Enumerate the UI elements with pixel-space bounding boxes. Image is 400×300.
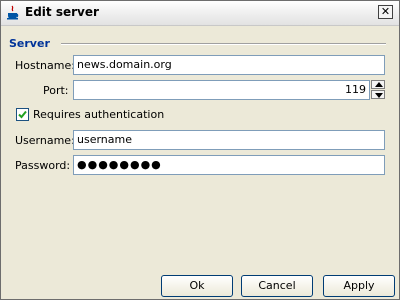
spin-up-button[interactable] — [371, 80, 385, 89]
java-cup-icon — [6, 5, 20, 20]
requires-auth-label[interactable]: Requires authentication — [33, 108, 164, 121]
server-group-label: Server — [9, 37, 50, 50]
hostname-label: Hostname: — [15, 59, 75, 72]
cancel-button[interactable]: Cancel — [241, 275, 313, 297]
port-field[interactable]: 119 — [73, 80, 370, 100]
title-bar[interactable]: Edit server ✕ — [1, 1, 399, 26]
close-icon: ✕ — [380, 5, 391, 18]
requires-auth-checkbox[interactable] — [16, 108, 29, 121]
close-button[interactable]: ✕ — [378, 5, 393, 19]
port-label: Port: — [43, 84, 69, 97]
password-label: Password: — [15, 159, 71, 172]
group-separator — [61, 43, 386, 45]
username-label: Username: — [15, 134, 75, 147]
password-field[interactable]: ●●●●●●●● — [73, 155, 385, 175]
window-title: Edit server — [25, 5, 99, 19]
username-field[interactable]: username — [73, 130, 385, 150]
port-spinner: 119 — [73, 80, 385, 100]
spin-down-button[interactable] — [371, 90, 385, 99]
edit-server-dialog: Edit server ✕ Server Hostname: news.doma… — [0, 0, 400, 300]
ok-button[interactable]: Ok — [161, 275, 233, 297]
checkmark-icon — [18, 110, 27, 119]
dialog-body: Server Hostname: news.domain.org Port: 1… — [1, 26, 399, 299]
hostname-field[interactable]: news.domain.org — [73, 55, 385, 75]
apply-button[interactable]: Apply — [323, 275, 395, 297]
